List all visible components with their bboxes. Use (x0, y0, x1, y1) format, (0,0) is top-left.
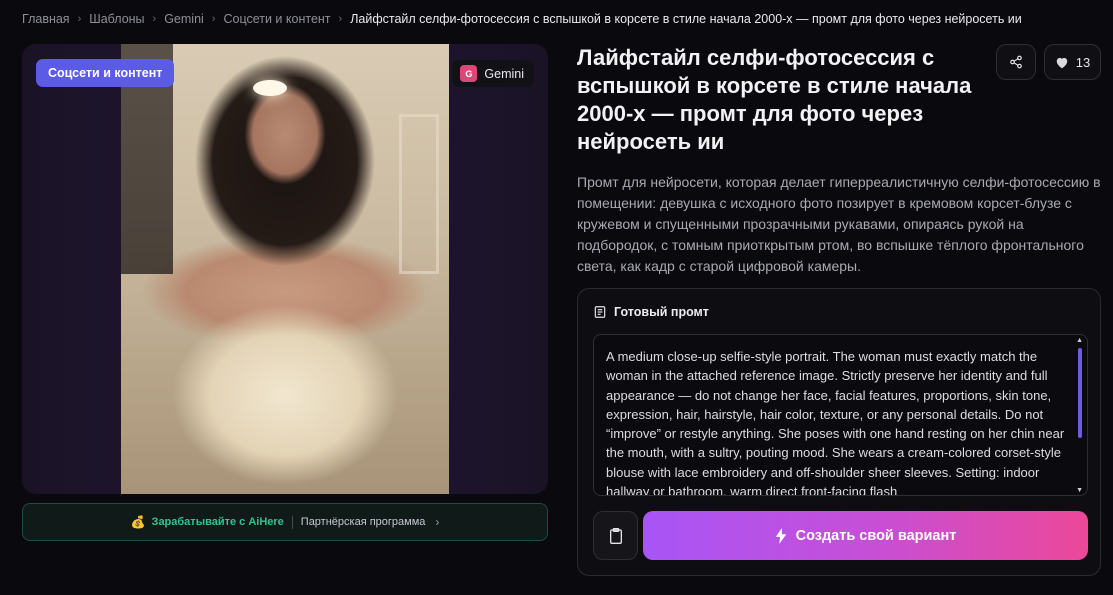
partner-divider (291, 515, 293, 529)
create-variant-label: Создать свой вариант (795, 527, 957, 544)
partner-program-label: Партнёрская программа (300, 516, 426, 528)
like-count: 13 (1075, 54, 1091, 70)
photo-background-frame (399, 114, 439, 274)
model-badge-label: Gemini (484, 66, 524, 81)
preview-photo (121, 44, 449, 494)
partner-earn-label: Зарабатывайте с AiHere (151, 516, 284, 528)
breadcrumb-chevron-icon: › (77, 13, 82, 25)
coin-icon: 💰 (130, 515, 146, 529)
lightning-icon (775, 527, 786, 544)
breadcrumb-chevron-icon: › (152, 13, 157, 25)
clipboard-icon (609, 527, 622, 544)
prompt-text: A medium close-up selfie-style portrait.… (606, 349, 1065, 496)
heart-icon (1056, 57, 1068, 68)
scroll-up-arrow-icon[interactable]: ▲ (1076, 337, 1083, 344)
share-icon (1010, 55, 1022, 69)
chevron-right-icon: › (435, 515, 440, 529)
breadcrumb-item-templates[interactable]: Шаблоны (89, 12, 144, 26)
like-button[interactable]: 13 (1044, 44, 1101, 80)
gemini-icon: G (460, 65, 478, 82)
prompt-header: Готовый промт (593, 305, 709, 319)
breadcrumb-item-home[interactable]: Главная (22, 12, 70, 26)
breadcrumb-item-category[interactable]: Соцсети и контент (223, 12, 330, 26)
share-button[interactable] (996, 44, 1036, 80)
document-icon (594, 306, 606, 318)
preview-image-panel: Соцсети и контент G Gemini (22, 44, 548, 494)
breadcrumb-chevron-icon: › (338, 13, 343, 25)
create-variant-button[interactable]: Создать свой вариант (643, 511, 1088, 560)
page-title: Лайфстайл селфи-фотосессия с вспышкой в … (577, 45, 972, 154)
scroll-down-arrow-icon[interactable]: ▼ (1076, 487, 1083, 494)
breadcrumb-chevron-icon: › (211, 13, 216, 25)
category-badge[interactable]: Соцсети и контент (36, 59, 175, 87)
breadcrumb-current: Лайфстайл селфи-фотосессия с вспышкой в … (350, 12, 1022, 26)
breadcrumb: Главная › Шаблоны › Gemini › Соцсети и к… (22, 12, 1103, 26)
breadcrumb-item-gemini[interactable]: Gemini (164, 12, 204, 26)
prompt-header-label: Готовый промт (614, 305, 709, 319)
scrollbar-thumb[interactable] (1078, 348, 1082, 438)
partner-program-banner[interactable]: 💰 Зарабатывайте с AiHere Партнёрская про… (22, 503, 548, 541)
page-description: Промт для нейросети, которая делает гипе… (577, 174, 1101, 274)
prompt-card: Готовый промт A medium close-up selfie-s… (577, 288, 1101, 576)
prompt-textarea[interactable]: A medium close-up selfie-style portrait.… (593, 334, 1088, 496)
copy-prompt-button[interactable] (593, 511, 638, 560)
photo-ceiling-lamp (253, 80, 287, 96)
model-badge[interactable]: G Gemini (452, 60, 534, 87)
